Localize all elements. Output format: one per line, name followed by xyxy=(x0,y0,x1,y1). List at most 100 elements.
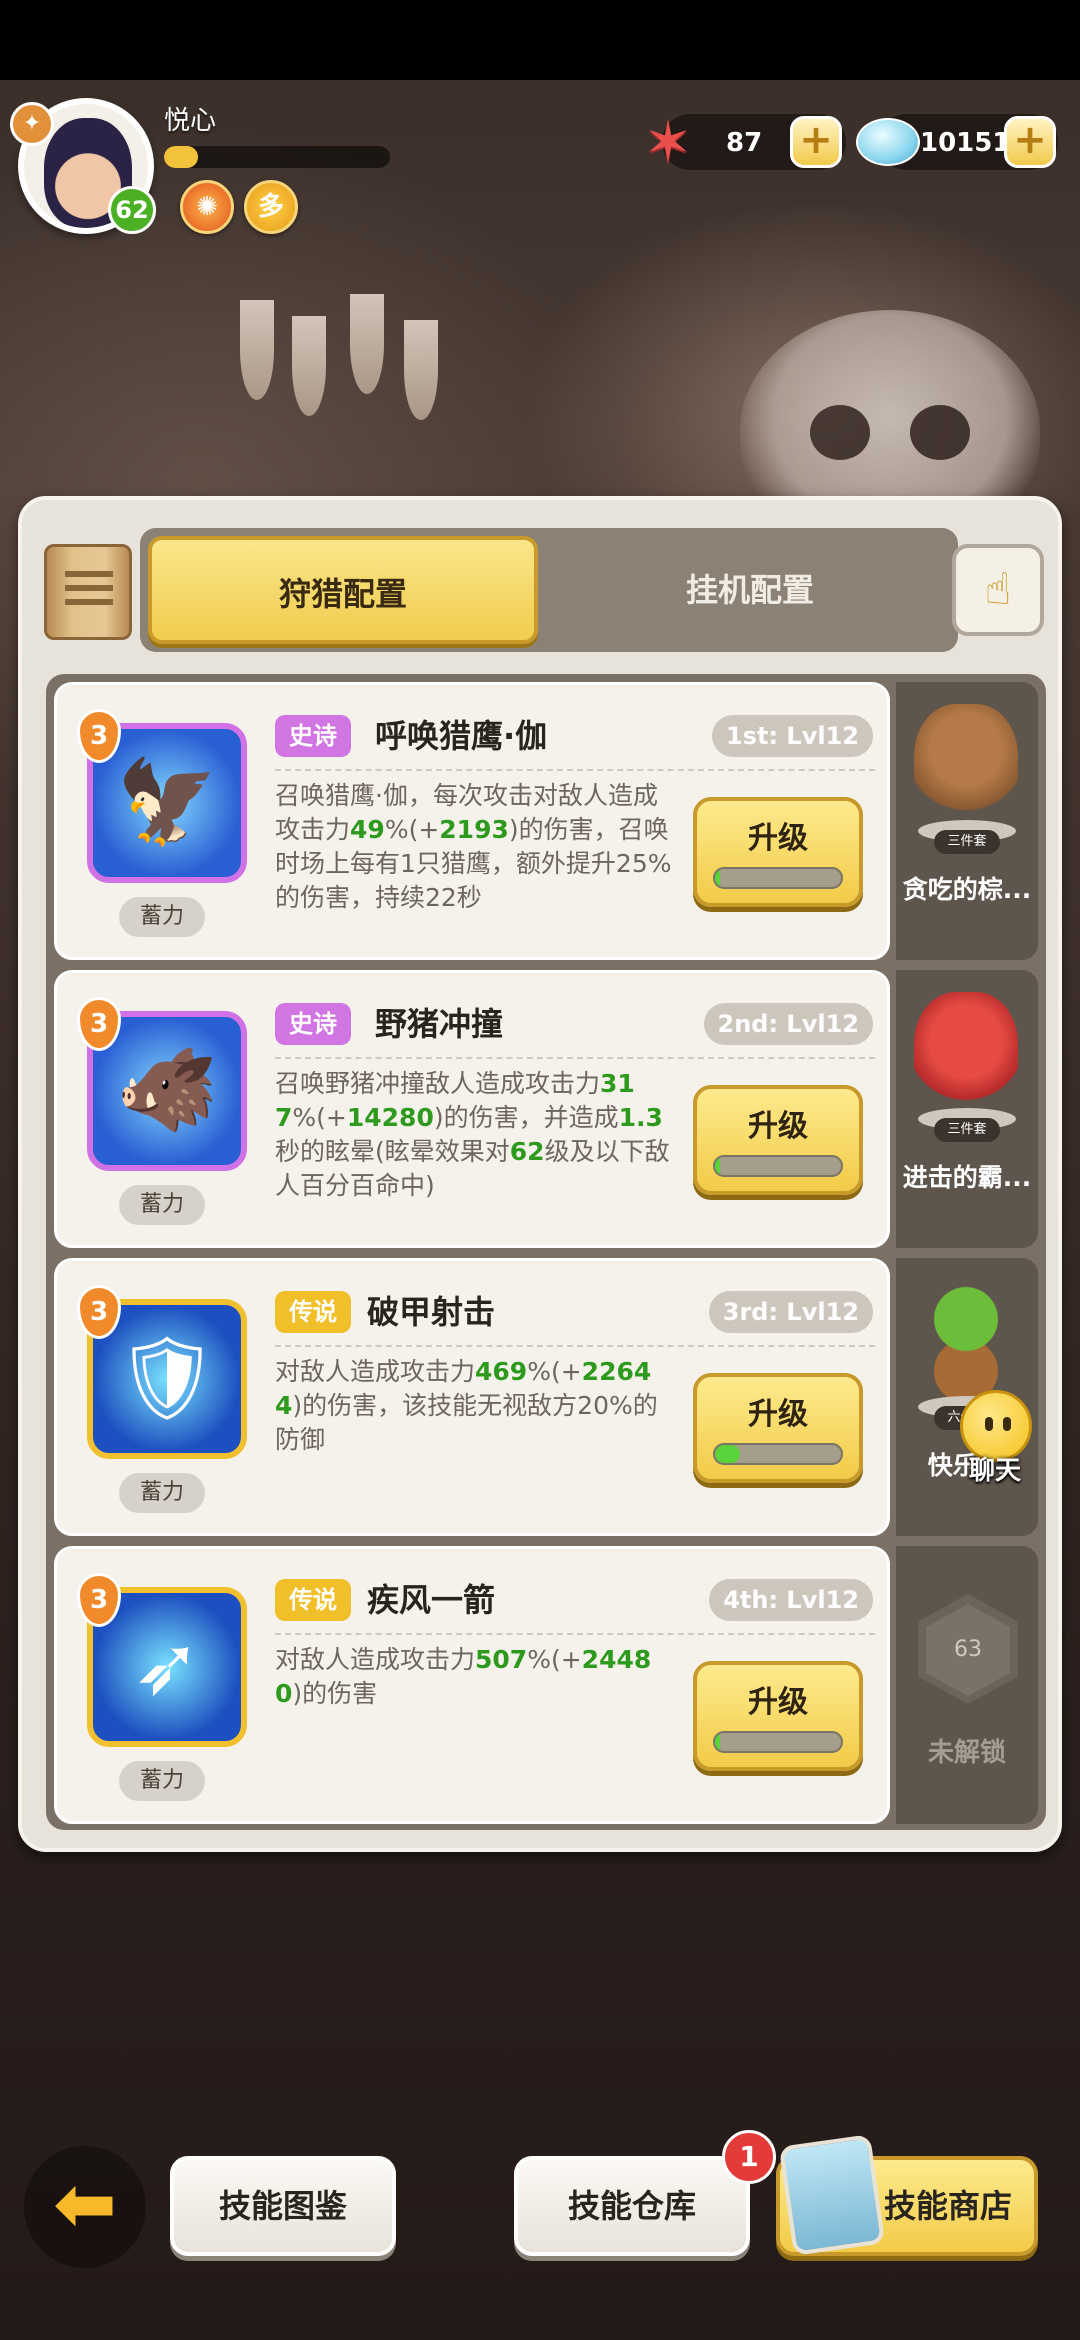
divider xyxy=(275,1633,875,1635)
chat-button[interactable]: 聊天 xyxy=(940,1384,1050,1494)
pet-name: 进击的霸... xyxy=(902,1163,1032,1192)
fang-decoration xyxy=(240,300,274,400)
description-text: %(+ xyxy=(292,1103,347,1132)
description-text: %(+ xyxy=(527,1645,582,1674)
tab-hunting-config[interactable]: 狩猎配置 xyxy=(148,536,538,644)
upgrade-progress-bar xyxy=(713,1155,843,1177)
add-gem-button[interactable]: + xyxy=(1004,116,1056,168)
skill-slot-level: 3rd: Lvl12 xyxy=(708,1291,873,1333)
upgrade-progress-bar xyxy=(713,1731,843,1753)
config-tabs: 狩猎配置 挂机配置 xyxy=(140,528,958,652)
upgrade-progress-fill xyxy=(715,1733,721,1751)
locked-label: 未解锁 xyxy=(927,1738,1006,1768)
skill-description: 对敌人造成攻击力507%(+24480)的伤害 xyxy=(275,1643,675,1711)
description-text: 召唤野猪冲撞敌人造成攻击力 xyxy=(275,1069,601,1098)
skill-name: 野猪冲撞 xyxy=(375,1005,504,1043)
scroll-icon[interactable] xyxy=(44,544,132,640)
back-button[interactable]: ⬅ xyxy=(24,2146,146,2268)
xp-bar-fill xyxy=(164,146,198,168)
xp-bar xyxy=(164,146,390,168)
starfish-value: 87 xyxy=(726,128,763,158)
description-text: %(+ xyxy=(384,815,440,844)
upgrade-progress-bar xyxy=(713,1443,843,1465)
buff-icon-fire[interactable]: ✺ xyxy=(180,180,234,234)
avatar-frame-badge: ✦ xyxy=(10,102,54,146)
description-text: )的伤害 xyxy=(292,1679,378,1708)
skill-card[interactable]: 🦅 3 蓄力 史诗 呼唤猎鹰·伽 1st: Lvl12 召唤猎鹰·伽，每次攻击对… xyxy=(54,682,890,960)
gem-icon xyxy=(856,118,920,166)
skill-gallery-button[interactable]: 技能图鉴 xyxy=(170,2156,396,2256)
brown-bear-pet-icon xyxy=(914,704,1018,834)
add-starfish-button[interactable]: + xyxy=(790,116,842,168)
description-text: 对敌人造成攻击力 xyxy=(275,1645,476,1674)
red-dino-pet-icon xyxy=(914,992,1018,1122)
skill-description: 对敌人造成攻击力469%(+22644)的伤害，该技能无视敌方20%的防御 xyxy=(275,1355,675,1457)
set-tag: 三件套 xyxy=(934,830,1000,854)
divider xyxy=(275,1057,875,1059)
skill-name: 呼唤猎鹰·伽 xyxy=(375,717,548,755)
rarity-badge: 史诗 xyxy=(275,1003,351,1045)
skill-card[interactable]: ➶ 3 蓄力 传说 疾风一箭 4th: Lvl12 对敌人造成攻击力507%(+… xyxy=(54,1546,890,1824)
description-text: )的伤害，并造成 xyxy=(433,1103,619,1132)
upgrade-button[interactable]: 升级 xyxy=(693,1085,863,1195)
skill-name: 破甲射击 xyxy=(367,1293,496,1331)
description-text: 对敌人造成攻击力 xyxy=(275,1357,476,1386)
upgrade-progress-fill xyxy=(715,1157,721,1175)
charge-tag: 蓄力 xyxy=(119,1473,205,1513)
upgrade-button[interactable]: 升级 xyxy=(693,1661,863,1771)
rarity-badge: 传说 xyxy=(275,1291,351,1333)
description-value: 1.3 xyxy=(618,1103,663,1132)
fang-decoration xyxy=(292,316,326,416)
description-value: 2193 xyxy=(439,815,509,844)
description-value: 62 xyxy=(509,1137,545,1166)
upgrade-label: 升级 xyxy=(748,1685,808,1720)
skill-card[interactable]: 🛡 3 蓄力 传说 破甲射击 3rd: Lvl12 对敌人造成攻击力469%(+… xyxy=(54,1258,890,1536)
upgrade-label: 升级 xyxy=(748,1397,808,1432)
shop-icon xyxy=(778,2134,886,2256)
skill-description: 召唤野猪冲撞敌人造成攻击力317%(+14280)的伤害，并造成1.3秒的眩晕(… xyxy=(275,1067,675,1203)
skill-storage-button[interactable]: 技能仓库 xyxy=(514,2156,750,2256)
tab-idle-config[interactable]: 挂机配置 xyxy=(550,536,950,644)
hand-tap-icon[interactable]: ☝ xyxy=(952,544,1044,636)
skill-slot-level: 4th: Lvl12 xyxy=(709,1579,873,1621)
unlock-level: 63 xyxy=(954,1637,982,1662)
upgrade-button[interactable]: 升级 xyxy=(693,797,863,907)
description-text: )的伤害，该技能无视敌方20%的防御 xyxy=(275,1391,658,1454)
starfish-icon: ✶ xyxy=(643,108,693,176)
charge-tag: 蓄力 xyxy=(119,1185,205,1225)
upgrade-button[interactable]: 升级 xyxy=(693,1373,863,1483)
upgrade-progress-fill xyxy=(715,869,721,887)
rarity-badge: 史诗 xyxy=(275,715,351,757)
arrow-left-icon: ⬅ xyxy=(53,2159,117,2248)
upgrade-label: 升级 xyxy=(748,1109,808,1144)
divider xyxy=(275,1345,875,1347)
notification-badge: 1 xyxy=(722,2130,776,2184)
skill-card[interactable]: 🐗 3 蓄力 史诗 野猪冲撞 2nd: Lvl12 召唤野猪冲撞敌人造成攻击力3… xyxy=(54,970,890,1248)
divider xyxy=(275,769,875,771)
set-tag: 三件套 xyxy=(934,1118,1000,1142)
description-value: 469 xyxy=(475,1357,528,1386)
pet-name: 贪吃的棕... xyxy=(902,875,1032,904)
description-value: 14280 xyxy=(346,1103,434,1132)
buff-icon-gold[interactable]: 多 xyxy=(244,180,298,234)
skill-name: 疾风一箭 xyxy=(367,1581,496,1619)
skill-description: 召唤猎鹰·伽，每次攻击对敌人造成攻击力49%(+2193)的伤害，召唤时场上每有… xyxy=(275,779,675,915)
upgrade-label: 升级 xyxy=(748,821,808,856)
skill-slot-level: 2nd: Lvl12 xyxy=(703,1003,873,1045)
description-value: 507 xyxy=(475,1645,528,1674)
description-text: %(+ xyxy=(527,1357,582,1386)
fang-decoration xyxy=(350,294,384,394)
upgrade-progress-bar xyxy=(713,867,843,889)
charge-tag: 蓄力 xyxy=(119,1761,205,1801)
locked-pet-slot[interactable]: 63 未解锁 xyxy=(896,1546,1038,1824)
rarity-badge: 传说 xyxy=(275,1579,351,1621)
skill-list: 🦅 3 蓄力 史诗 呼唤猎鹰·伽 1st: Lvl12 召唤猎鹰·伽，每次攻击对… xyxy=(46,674,1046,1830)
player-level-badge: 62 xyxy=(108,186,156,234)
chat-label: 聊天 xyxy=(968,1456,1021,1486)
fang-decoration xyxy=(404,320,438,420)
skill-config-panel: 狩猎配置 挂机配置 ☝ 🦅 3 蓄力 史诗 呼唤猎鹰·伽 1st: Lvl12 … xyxy=(18,496,1062,1852)
upgrade-progress-fill xyxy=(715,1445,741,1463)
pet-slot[interactable]: 三件套 进击的霸... xyxy=(896,970,1038,1248)
pet-slot[interactable]: 三件套 贪吃的棕... xyxy=(896,682,1038,960)
player-name: 悦心 xyxy=(164,106,217,136)
